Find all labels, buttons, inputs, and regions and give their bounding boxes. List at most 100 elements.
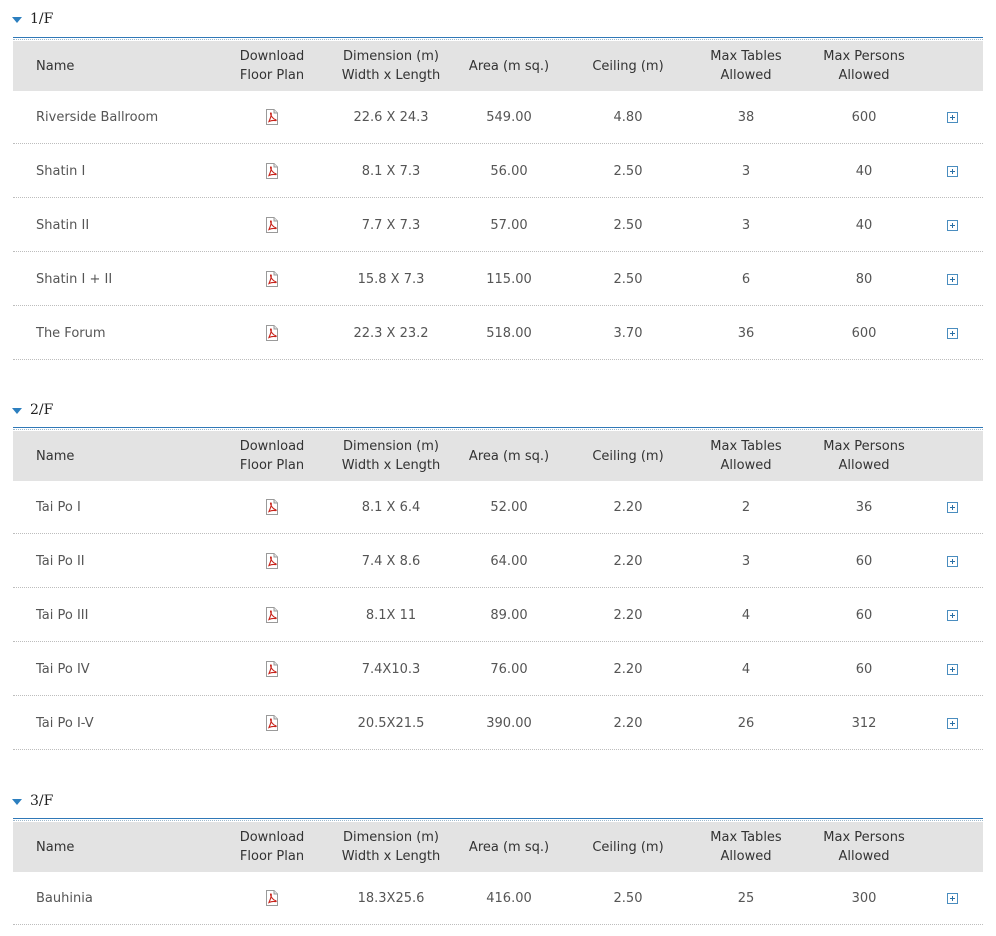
download-floor-plan-link[interactable] <box>227 871 317 925</box>
pdf-file-icon[interactable] <box>265 715 279 731</box>
pdf-file-icon[interactable] <box>265 890 279 906</box>
table-header: Name Download Floor Plan Dimension (m) Wid… <box>13 822 983 872</box>
table-row: Shatin I 8.1 X 7.3 56.00 2.50 3 40 <box>13 144 983 198</box>
pdf-file-icon[interactable] <box>265 499 279 515</box>
expand-button[interactable] <box>945 198 959 252</box>
expand-button[interactable] <box>945 871 959 925</box>
table-header: Name Download Floor Plan Dimension (m) Wid… <box>13 431 983 481</box>
download-floor-plan-link[interactable] <box>227 642 317 696</box>
plus-square-icon[interactable] <box>946 273 958 285</box>
header-ceiling: Ceiling (m) <box>592 839 664 855</box>
floor-toggle-1f[interactable]: 1/F <box>12 8 53 30</box>
dimension: 8.1 X 7.3 <box>361 163 421 179</box>
download-floor-plan-link[interactable] <box>227 198 317 252</box>
header-ceiling: Ceiling (m) <box>592 58 664 74</box>
plus-square-icon[interactable] <box>946 165 958 177</box>
table-header: Name Download Floor Plan Dimension (m) Wid… <box>13 41 983 91</box>
room-name: Tai Po IV <box>36 661 90 677</box>
expand-button[interactable] <box>945 90 959 144</box>
header-dimension: Dimension (m) Width x Length <box>341 830 441 864</box>
section-divider <box>13 37 983 38</box>
expand-button[interactable] <box>945 588 959 642</box>
ceiling: 2.50 <box>613 217 643 233</box>
floor-title: 1/F <box>30 11 54 27</box>
section-divider <box>13 820 983 821</box>
area: 390.00 <box>486 715 532 731</box>
room-name: Riverside Ballroom <box>36 109 159 125</box>
dimension: 8.1 X 6.4 <box>361 499 421 515</box>
max-persons: 80 <box>855 271 873 287</box>
pdf-file-icon[interactable] <box>265 109 279 125</box>
expand-button[interactable] <box>945 642 959 696</box>
expand-button[interactable] <box>945 534 959 588</box>
dimension: 22.6 X 24.3 <box>353 109 429 125</box>
area: 56.00 <box>490 163 528 179</box>
plus-square-icon[interactable] <box>946 609 958 621</box>
pdf-file-icon[interactable] <box>265 217 279 233</box>
table-row: Shatin I + II 15.8 X 7.3 115.00 2.50 6 8… <box>13 252 983 306</box>
area: 52.00 <box>490 499 528 515</box>
download-floor-plan-link[interactable] <box>227 696 317 750</box>
dimension: 18.3X25.6 <box>357 890 425 906</box>
room-name: Tai Po II <box>36 553 85 569</box>
plus-square-icon[interactable] <box>946 219 958 231</box>
download-floor-plan-link[interactable] <box>227 480 317 534</box>
plus-square-icon[interactable] <box>946 555 958 567</box>
header-dimension: Dimension (m) Width x Length <box>341 439 441 473</box>
download-floor-plan-link[interactable] <box>227 306 317 360</box>
download-floor-plan-link[interactable] <box>227 588 317 642</box>
download-floor-plan-link[interactable] <box>227 534 317 588</box>
header-area: Area (m sq.) <box>468 448 550 464</box>
plus-square-icon[interactable] <box>946 501 958 513</box>
table-row: Tai Po I-V 20.5X21.5 390.00 2.20 26 312 <box>13 696 983 750</box>
pdf-file-icon[interactable] <box>265 553 279 569</box>
caret-down-icon <box>12 799 22 805</box>
download-floor-plan-link[interactable] <box>227 252 317 306</box>
caret-down-icon <box>12 408 22 414</box>
max-tables: 6 <box>741 271 751 287</box>
pdf-file-icon[interactable] <box>265 163 279 179</box>
pdf-file-icon[interactable] <box>265 607 279 623</box>
max-persons: 60 <box>855 553 873 569</box>
pdf-file-icon[interactable] <box>265 271 279 287</box>
max-persons: 300 <box>851 890 877 906</box>
max-tables: 3 <box>741 553 751 569</box>
plus-square-icon[interactable] <box>946 663 958 675</box>
floor-toggle-2f[interactable]: 2/F <box>12 399 53 421</box>
max-tables: 25 <box>737 890 755 906</box>
header-ceiling: Ceiling (m) <box>592 448 664 464</box>
expand-button[interactable] <box>945 144 959 198</box>
expand-button[interactable] <box>945 696 959 750</box>
header-area: Area (m sq.) <box>468 58 550 74</box>
plus-square-icon[interactable] <box>946 327 958 339</box>
expand-button[interactable] <box>945 252 959 306</box>
plus-square-icon[interactable] <box>946 892 958 904</box>
section-divider <box>13 818 983 819</box>
area: 549.00 <box>486 109 532 125</box>
table-row: Shatin II 7.7 X 7.3 57.00 2.50 3 40 <box>13 198 983 252</box>
header-download: Download Floor Plan <box>239 439 305 473</box>
header-download: Download Floor Plan <box>239 49 305 83</box>
area: 89.00 <box>490 607 528 623</box>
ceiling: 4.80 <box>613 109 643 125</box>
table-row: Tai Po III 8.1X 11 89.00 2.20 4 60 <box>13 588 983 642</box>
plus-square-icon[interactable] <box>946 717 958 729</box>
download-floor-plan-link[interactable] <box>227 90 317 144</box>
pdf-file-icon[interactable] <box>265 325 279 341</box>
table-row: Tai Po II 7.4 X 8.6 64.00 2.20 3 60 <box>13 534 983 588</box>
max-tables: 2 <box>741 499 751 515</box>
table-row: Tai Po IV 7.4X10.3 76.00 2.20 4 60 <box>13 642 983 696</box>
max-persons: 312 <box>851 715 877 731</box>
plus-square-icon[interactable] <box>946 111 958 123</box>
room-name: The Forum <box>36 325 106 341</box>
header-max-tables: Max Tables Allowed <box>710 830 782 864</box>
download-floor-plan-link[interactable] <box>227 144 317 198</box>
expand-button[interactable] <box>945 306 959 360</box>
pdf-file-icon[interactable] <box>265 661 279 677</box>
max-tables: 3 <box>741 217 751 233</box>
header-max-tables: Max Tables Allowed <box>710 439 782 473</box>
floor-toggle-3f[interactable]: 3/F <box>12 790 53 812</box>
max-tables: 4 <box>741 607 751 623</box>
expand-button[interactable] <box>945 480 959 534</box>
max-persons: 60 <box>855 607 873 623</box>
